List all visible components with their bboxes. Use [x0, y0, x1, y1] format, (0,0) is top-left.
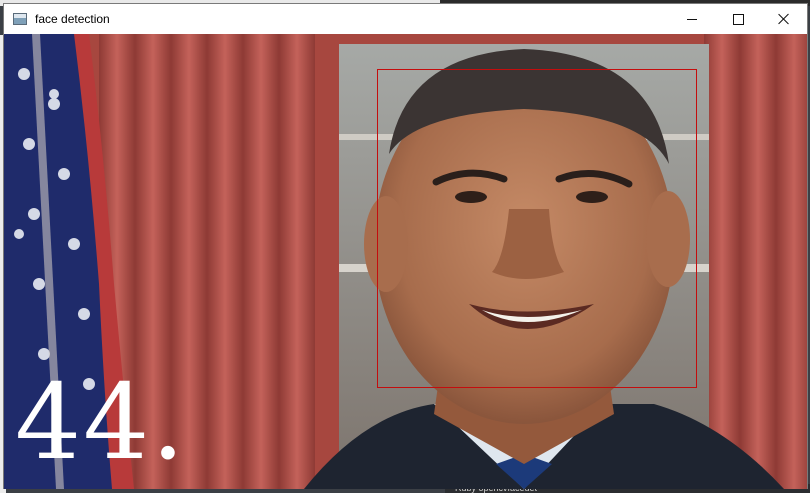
face-detection-window[interactable]: face detection 44. — [3, 3, 808, 489]
face-detection-box — [377, 69, 697, 388]
maximize-icon — [732, 13, 744, 25]
window-title: face detection — [35, 12, 110, 26]
maximize-button[interactable] — [715, 4, 761, 34]
video-frame: 44. — [4, 34, 807, 489]
app-icon — [13, 13, 27, 25]
frame-counter: 44. — [15, 361, 187, 483]
minimize-icon — [687, 18, 697, 20]
window-controls — [669, 4, 807, 34]
close-icon — [778, 13, 790, 25]
title-bar[interactable]: face detection — [4, 4, 807, 34]
close-button[interactable] — [761, 4, 807, 34]
minimize-button[interactable] — [669, 4, 715, 34]
